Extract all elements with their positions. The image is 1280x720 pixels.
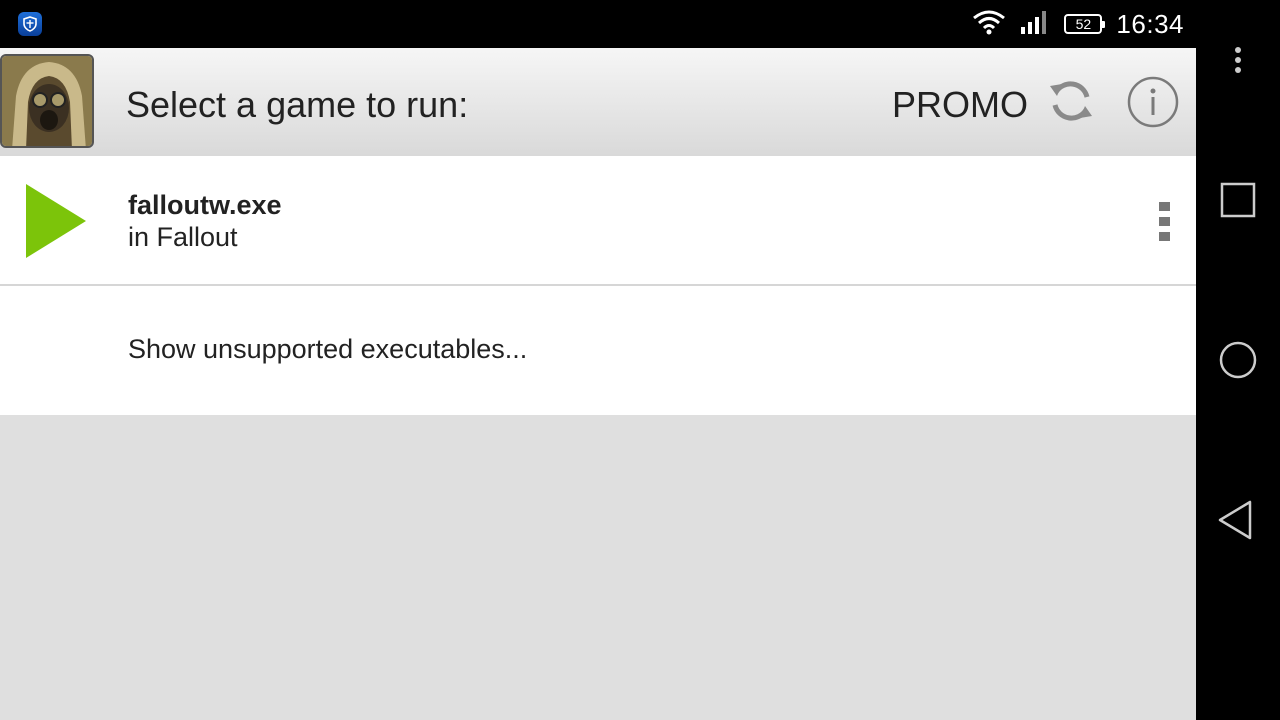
refresh-icon[interactable] [1046, 76, 1096, 126]
show-unsupported-label: Show unsupported executables... [128, 334, 528, 364]
status-indicators: 52 16:34 [972, 0, 1184, 48]
game-name: falloutw.exe [128, 190, 282, 220]
page-title: Select a game to run: [126, 84, 469, 125]
list-item[interactable]: falloutw.exe in Fallout [0, 156, 1196, 286]
game-location: in Fallout [128, 222, 238, 252]
info-icon[interactable] [1127, 76, 1179, 128]
status-bar: 52 16:34 [0, 0, 1196, 48]
gasmask-avatar-icon[interactable] [0, 54, 94, 148]
navigation-bar [1196, 0, 1280, 720]
triangle-back-icon[interactable] [1214, 496, 1262, 544]
app-bar: Select a game to run: PROMO [0, 48, 1196, 156]
promo-button[interactable]: PROMO [892, 84, 1028, 126]
status-time: 16:34 [1116, 8, 1184, 39]
shield-icon [18, 12, 42, 36]
show-unsupported-button[interactable]: Show unsupported executables... [0, 286, 1196, 415]
overflow-menu-icon[interactable] [1214, 36, 1262, 84]
screen: 52 16:34 Select a game to run: PROMO fal… [0, 0, 1280, 720]
signal-icon [1020, 9, 1050, 40]
play-icon[interactable] [24, 182, 88, 260]
square-icon[interactable] [1214, 176, 1262, 224]
circle-icon[interactable] [1214, 336, 1262, 384]
wifi-icon [972, 9, 1006, 40]
more-vertical-icon[interactable] [1156, 200, 1174, 244]
battery-indicator: 52 [1064, 14, 1106, 34]
game-list: falloutw.exe in Fallout Show unsupported… [0, 156, 1196, 720]
